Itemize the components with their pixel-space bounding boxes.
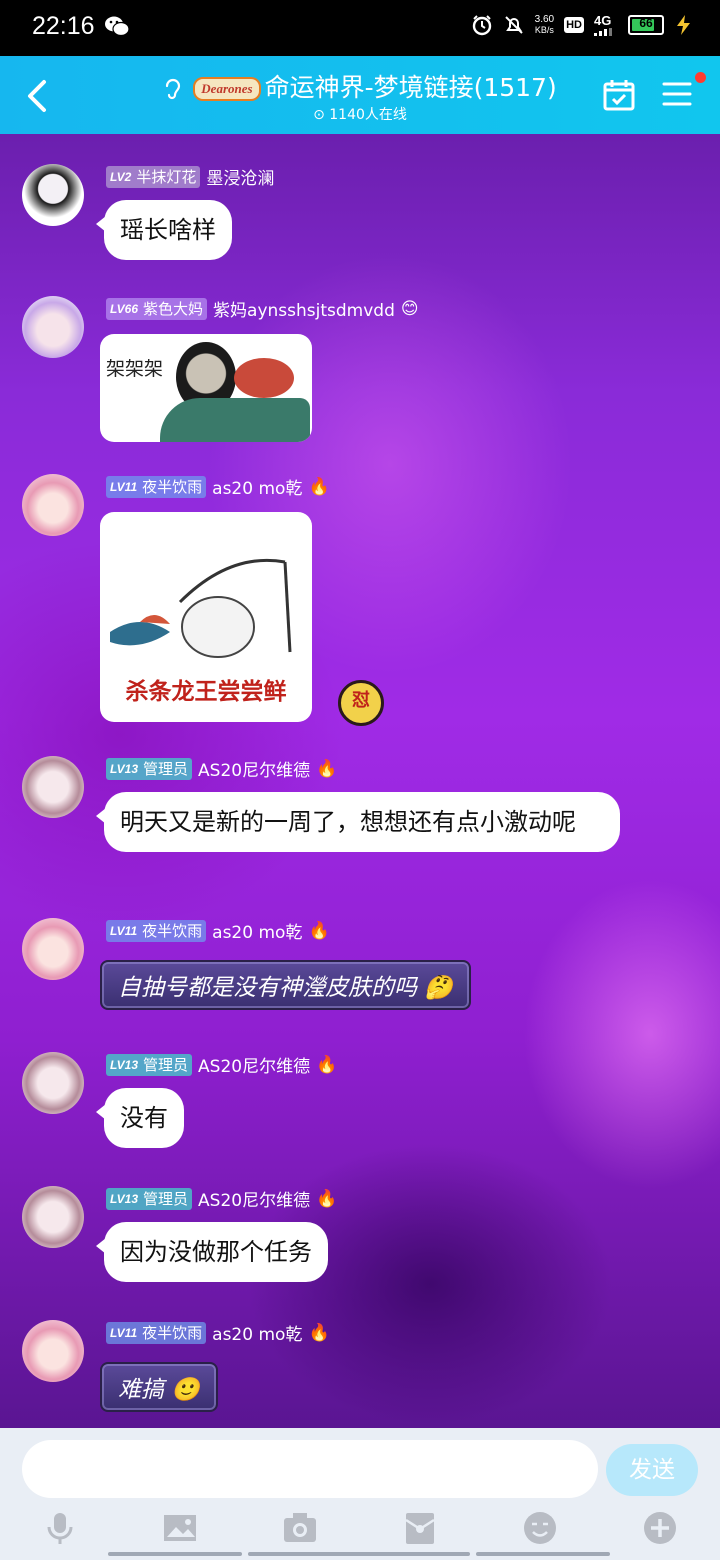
chat-header: Dearones 命运神界-梦境链接(1517) ⊙ 1140人在线: [0, 56, 720, 134]
image-icon[interactable]: [162, 1510, 198, 1546]
hd-badge: HD: [564, 17, 584, 33]
message-bubble[interactable]: 难搞 🙂: [100, 1362, 218, 1412]
level-badge: LV66 紫色大妈: [106, 297, 208, 320]
nav-indicator: [248, 1552, 470, 1556]
toolbar: [0, 1510, 720, 1550]
status-time: 22:16: [32, 12, 95, 40]
reaction-badge[interactable]: 怼: [338, 680, 384, 726]
fire-icon: 🔥: [308, 476, 330, 497]
status-bar: 22:16 3.60 KB/s HD 4G 66: [0, 0, 720, 56]
level-badge: LV13 管理员: [106, 1187, 193, 1210]
avatar[interactable]: [22, 474, 84, 536]
sender-name[interactable]: 紫妈aynsshsjtsdmvdd: [213, 296, 395, 321]
thinking-emoji-icon: 🤔: [417, 975, 453, 1001]
fire-icon: 🔥: [316, 758, 338, 779]
message-bubble[interactable]: 没有: [96, 1088, 184, 1148]
sender-name[interactable]: AS20尼尔维德: [198, 1052, 310, 1077]
emoji-icon[interactable]: [522, 1510, 558, 1546]
battery-icon: 66: [628, 15, 664, 35]
sticker-illustration: [110, 558, 292, 658]
mute-icon: [504, 16, 523, 34]
brand-logo: Dearones: [193, 77, 261, 101]
sender-name[interactable]: as20 mo乾: [212, 474, 302, 499]
chat-title[interactable]: 命运神界-梦境链接(1517): [265, 73, 557, 102]
sender-name[interactable]: AS20尼尔维德: [198, 756, 310, 781]
ear-icon[interactable]: [163, 76, 183, 102]
sticker-caption: 杀条龙王尝尝鲜: [125, 679, 287, 705]
level-badge: LV11 夜半饮雨: [106, 919, 207, 942]
avatar[interactable]: [22, 756, 84, 818]
online-icon: ⊙: [313, 107, 325, 123]
sender-name[interactable]: as20 mo乾: [212, 918, 302, 943]
message-meta: LV2 半抹灯花 墨浸沧澜: [106, 164, 274, 189]
microphone-icon[interactable]: [42, 1510, 78, 1546]
menu-icon[interactable]: [662, 80, 692, 108]
avatar[interactable]: [22, 296, 84, 358]
alarm-icon: [472, 15, 491, 36]
level-badge: LV11 夜半饮雨: [106, 475, 207, 498]
notification-dot: [695, 72, 706, 83]
sticker-message[interactable]: 架架架: [100, 334, 312, 442]
avatar[interactable]: [22, 918, 84, 980]
avatar[interactable]: [22, 164, 84, 226]
message-meta: LV13 管理员 AS20尼尔维德 🔥: [106, 1052, 337, 1077]
camera-icon[interactable]: [282, 1510, 318, 1546]
chat-list[interactable]: LV2 半抹灯花 墨浸沧澜 瑶长啥样 LV66 紫色大妈 紫妈aynsshsjtsd…: [0, 134, 720, 1428]
sender-name[interactable]: AS20尼尔维德: [198, 1186, 310, 1211]
message-meta: LV13 管理员 AS20尼尔维德 🔥: [106, 756, 337, 781]
message-meta: LV11 夜半饮雨 as20 mo乾 🔥: [106, 918, 330, 943]
smile-emoji-icon: 🙂: [164, 1377, 200, 1403]
fire-icon: 🔥: [308, 1322, 330, 1343]
message-bubble[interactable]: 自抽号都是没有神瀅皮肤的吗 🤔: [100, 960, 471, 1010]
message-bubble[interactable]: 明天又是新的一周了，想想还有点小激动呢: [96, 792, 620, 852]
sender-name[interactable]: 墨浸沧澜: [206, 164, 274, 189]
smiley-badge-icon: 😊: [400, 298, 419, 319]
net-speed: 3.60 KB/s: [534, 14, 555, 35]
avatar[interactable]: [22, 1320, 84, 1382]
charging-icon: [677, 15, 690, 35]
avatar[interactable]: [22, 1186, 84, 1248]
fire-graphic: [234, 358, 294, 398]
signal-icon: 4G: [594, 14, 618, 36]
level-badge: LV2 半抹灯花: [106, 165, 201, 188]
message-meta: LV66 紫色大妈 紫妈aynsshsjtsdmvdd 😊: [106, 296, 419, 321]
message-bubble[interactable]: 因为没做那个任务: [96, 1222, 328, 1282]
message-meta: LV11 夜半饮雨 as20 mo乾 🔥: [106, 474, 330, 499]
level-badge: LV13 管理员: [106, 757, 193, 780]
fire-icon: 🔥: [316, 1054, 338, 1075]
nav-indicator: [108, 1552, 242, 1556]
nav-indicator: [476, 1552, 610, 1556]
red-packet-icon[interactable]: [402, 1510, 438, 1546]
message-input[interactable]: [22, 1440, 598, 1498]
sticker-caption: 架架架: [106, 358, 164, 380]
dragon-graphic: [160, 398, 310, 442]
message-meta: LV13 管理员 AS20尼尔维德 🔥: [106, 1186, 337, 1211]
level-badge: LV13 管理员: [106, 1053, 193, 1076]
calendar-check-icon[interactable]: [602, 78, 636, 112]
sticker-message[interactable]: 杀条龙王尝尝鲜: [100, 512, 312, 722]
plus-icon[interactable]: [642, 1510, 678, 1546]
message-meta: LV11 夜半饮雨 as20 mo乾 🔥: [106, 1320, 330, 1345]
fire-icon: 🔥: [308, 920, 330, 941]
message-bubble[interactable]: 瑶长啥样: [96, 200, 232, 260]
input-bar: 发送: [0, 1428, 720, 1560]
sender-name[interactable]: as20 mo乾: [212, 1320, 302, 1345]
fire-icon: 🔥: [316, 1188, 338, 1209]
avatar[interactable]: [22, 1052, 84, 1114]
send-button[interactable]: 发送: [606, 1444, 698, 1496]
wechat-icon: [105, 16, 130, 37]
level-badge: LV11 夜半饮雨: [106, 1321, 207, 1344]
